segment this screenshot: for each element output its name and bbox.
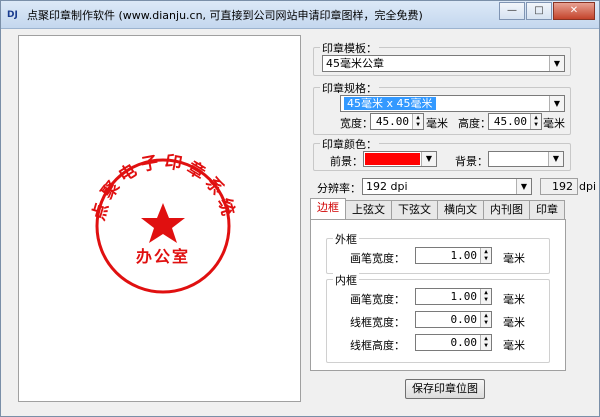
template-value: 45毫米公章	[326, 57, 384, 70]
template-select[interactable]: 45毫米公章 ▼	[322, 55, 565, 72]
inner-pen-width-label: 画笔宽度：	[350, 293, 405, 306]
width-spinner[interactable]: 45.00 ▲ ▼	[370, 113, 424, 130]
settings-tabs: 边框 上弦文 下弦文 横向文 内刊图 印章	[310, 198, 565, 220]
width-value: 45.00	[375, 115, 409, 128]
border-tab-panel: 外框 画笔宽度： 1.00 ▲ ▼ 毫米 内框 画笔宽度： 1.00 ▲ ▼ 毫米 …	[310, 219, 566, 371]
background-label: 背景：	[455, 155, 488, 168]
size-spec-group: 印章规格： 45毫米 x 45毫米 ▼ 宽度： 45.00 ▲ ▼ 毫米 高度： …	[313, 80, 571, 135]
color-group: 印章颜色： 前景： ▼ 背景： ▼	[313, 136, 571, 171]
spinner-arrows-icon[interactable]: ▲ ▼	[480, 335, 491, 350]
tab-border[interactable]: 边框	[310, 198, 346, 219]
height-unit: 毫米	[543, 117, 565, 130]
foreground-color-picker[interactable]: ▼	[363, 151, 437, 167]
outer-pen-width-unit: 毫米	[503, 252, 525, 265]
template-label: 印章模板：	[320, 40, 379, 56]
maximize-button[interactable]: □	[526, 2, 552, 20]
line-height-value: 0.00	[450, 336, 478, 349]
foreground-label: 前景：	[330, 155, 363, 168]
height-label: 高度：	[458, 117, 491, 130]
line-height-unit: 毫米	[503, 339, 525, 352]
resolution-readout: 192	[540, 178, 578, 195]
outer-pen-width-label: 画笔宽度：	[350, 252, 405, 265]
outer-pen-width-spinner[interactable]: 1.00 ▲ ▼	[415, 247, 492, 264]
tab-stamp[interactable]: 印章	[529, 200, 565, 219]
inner-pen-width-spinner[interactable]: 1.00 ▲ ▼	[415, 288, 492, 305]
stamp-center-text: 办公室	[136, 247, 190, 266]
background-color-fill	[490, 153, 547, 165]
spinner-arrows-icon[interactable]: ▲ ▼	[480, 289, 491, 304]
line-height-spinner[interactable]: 0.00 ▲ ▼	[415, 334, 492, 351]
outer-frame-label: 外框	[333, 231, 359, 247]
spinner-arrows-icon[interactable]: ▲ ▼	[480, 312, 491, 327]
color-label: 印章颜色：	[320, 136, 379, 152]
size-spec-label: 印章规格：	[320, 80, 379, 96]
save-stamp-button[interactable]: 保存印章位图	[405, 379, 485, 399]
inner-pen-width-value: 1.00	[450, 290, 478, 303]
app-window: DJ 点聚印章制作软件 (www.dianju.cn, 可直接到公司网站申请印章…	[0, 0, 600, 417]
minimize-icon: —	[507, 5, 517, 16]
stamp-preview: 点聚电子印章系统 办公室	[18, 35, 301, 402]
tab-horizontal-text[interactable]: 横向文	[437, 200, 484, 219]
height-spinner[interactable]: 45.00 ▲ ▼	[488, 113, 542, 130]
inner-pen-width-unit: 毫米	[503, 293, 525, 306]
foreground-color-fill	[365, 153, 420, 165]
window-controls: — □ ✕	[498, 2, 595, 20]
inner-frame-group: 内框 画笔宽度： 1.00 ▲ ▼ 毫米 线框宽度： 0.00 ▲ ▼ 毫米 线框高…	[326, 272, 550, 363]
tab-upper-arc-text[interactable]: 上弦文	[345, 200, 392, 219]
chevron-down-icon: ▼	[421, 152, 436, 166]
chevron-down-icon: ▼	[549, 96, 564, 111]
spinner-arrows-icon[interactable]: ▲ ▼	[412, 114, 423, 129]
size-spec-select[interactable]: 45毫米 x 45毫米 ▼	[340, 95, 565, 112]
outer-pen-width-value: 1.00	[450, 249, 478, 262]
resolution-readout-unit: dpi	[579, 180, 597, 193]
resolution-value: 192 dpi	[366, 180, 408, 193]
outer-frame-group: 外框 画笔宽度： 1.00 ▲ ▼ 毫米	[326, 231, 550, 274]
line-height-label: 线框高度：	[350, 339, 405, 352]
chevron-down-icon: ▼	[549, 56, 564, 71]
inner-frame-label: 内框	[333, 272, 359, 288]
spinner-arrows-icon[interactable]: ▲ ▼	[480, 248, 491, 263]
spinner-arrows-icon[interactable]: ▲ ▼	[530, 114, 541, 129]
resolution-select[interactable]: 192 dpi ▼	[362, 178, 532, 195]
minimize-button[interactable]: —	[499, 2, 525, 20]
close-icon: ✕	[569, 5, 579, 16]
window-title: 点聚印章制作软件 (www.dianju.cn, 可直接到公司网站申请印章图样，…	[27, 9, 423, 22]
tab-lower-arc-text[interactable]: 下弦文	[391, 200, 438, 219]
maximize-icon: □	[534, 5, 544, 16]
width-unit: 毫米	[426, 117, 448, 130]
chevron-down-icon: ▼	[548, 152, 563, 166]
app-logo-icon: DJ	[7, 10, 18, 20]
template-group: 印章模板： 45毫米公章 ▼	[313, 40, 571, 76]
line-width-spinner[interactable]: 0.00 ▲ ▼	[415, 311, 492, 328]
stamp-image: 点聚电子印章系统 办公室	[88, 152, 235, 294]
close-button[interactable]: ✕	[553, 2, 595, 20]
background-color-picker[interactable]: ▼	[488, 151, 564, 167]
stamp-star-icon	[141, 203, 185, 243]
line-width-value: 0.00	[450, 313, 478, 326]
chevron-down-icon: ▼	[516, 179, 531, 194]
width-label: 宽度：	[340, 117, 373, 130]
line-width-label: 线框宽度：	[350, 316, 405, 329]
height-value: 45.00	[493, 115, 527, 128]
title-bar[interactable]: DJ 点聚印章制作软件 (www.dianju.cn, 可直接到公司网站申请印章…	[1, 1, 599, 29]
line-width-unit: 毫米	[503, 316, 525, 329]
size-spec-value: 45毫米 x 45毫米	[344, 97, 436, 110]
tab-inner-image[interactable]: 内刊图	[483, 200, 530, 219]
resolution-label: 分辨率：	[317, 182, 361, 195]
